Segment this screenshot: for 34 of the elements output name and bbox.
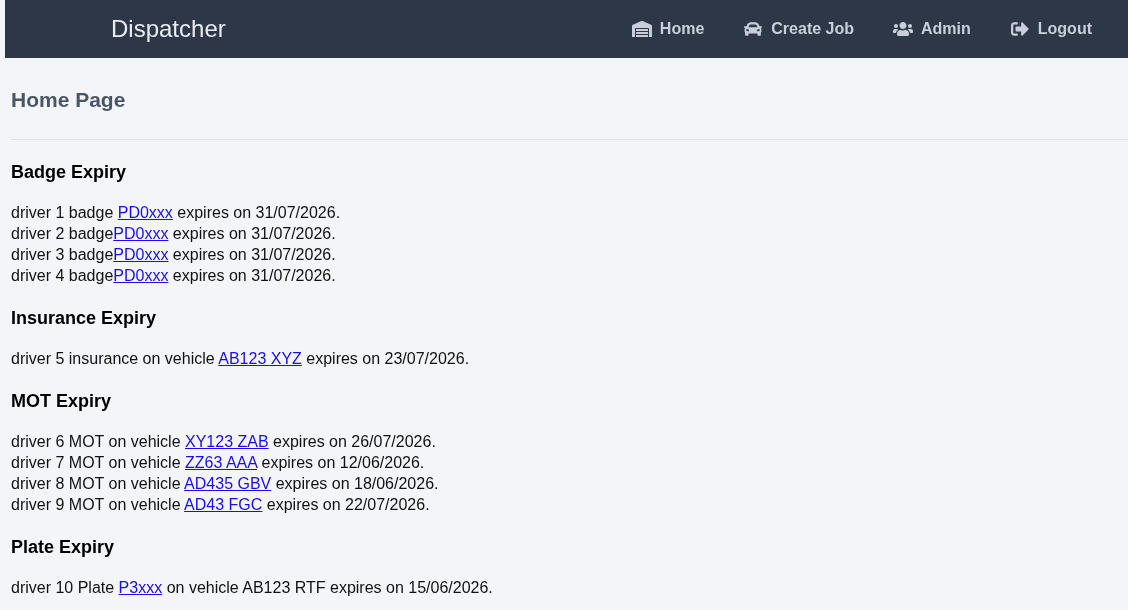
expiry-notice: driver 2 badgePD0xxx expires on 31/07/2026. (11, 224, 336, 244)
expiry-notice: driver 6 MOT on vehicle XY123 ZAB expires on 26/07/2026. (11, 432, 436, 452)
record-link[interactable]: PD0xxx (113, 246, 169, 263)
record-link[interactable]: P3xxx (118, 579, 163, 596)
record-link[interactable]: AB123 XYZ (218, 350, 302, 367)
nav-link[interactable]: Admin (893, 20, 971, 38)
section-heading: Badge Expiry (11, 161, 128, 183)
expiry-notice: driver 9 MOT on vehicle AD43 FGC expires on 22/07/2026. (11, 495, 430, 515)
section-heading: Plate Expiry (11, 536, 116, 558)
record-link[interactable]: XY123 ZAB (185, 433, 269, 450)
record-link[interactable]: AD43 FGC (184, 496, 263, 513)
nav-link[interactable]: Create Job (743, 20, 854, 38)
logout-icon (1009, 20, 1030, 38)
section-heading: Insurance Expiry (11, 307, 158, 329)
expiry-notice: driver 3 badgePD0xxx expires on 31/07/2026. (11, 245, 336, 265)
section-heading: MOT Expiry (11, 390, 113, 412)
record-link[interactable]: PD0xxx (113, 267, 169, 284)
nav-link[interactable]: Logout (1009, 20, 1092, 38)
page-title: Home Page (11, 87, 127, 113)
expiry-notice: driver 8 MOT on vehicle AD435 GBV expires on 18/06/2026. (11, 474, 439, 494)
expiry-notice: driver 10 Plate P3xxx on vehicle AB123 RTF expires on 15/06/2026. (11, 578, 493, 598)
app-title: Dispatcher (111, 15, 226, 43)
expiry-notice: driver 5 insurance on vehicle AB123 XYZ expires on 23/07/2026. (11, 349, 470, 369)
record-link[interactable]: PD0xxx (117, 204, 173, 221)
expiry-notice: driver 1 badge PD0xxx expires on 31/07/2026. (11, 203, 341, 223)
expiry-notice: driver 7 MOT on vehicle ZZ63 AAA expires on 12/06/2026. (11, 453, 425, 473)
record-link[interactable]: ZZ63 AAA (185, 454, 258, 471)
record-link[interactable]: AD435 GBV (184, 475, 272, 492)
record-link[interactable]: PD0xxx (113, 225, 169, 242)
users-icon (893, 20, 913, 38)
warehouse-icon (631, 20, 652, 38)
nav-link[interactable]: Home (631, 20, 705, 38)
expiry-notice: driver 4 badgePD0xxx expires on 31/07/2026. (11, 266, 336, 286)
car-icon (743, 20, 764, 38)
